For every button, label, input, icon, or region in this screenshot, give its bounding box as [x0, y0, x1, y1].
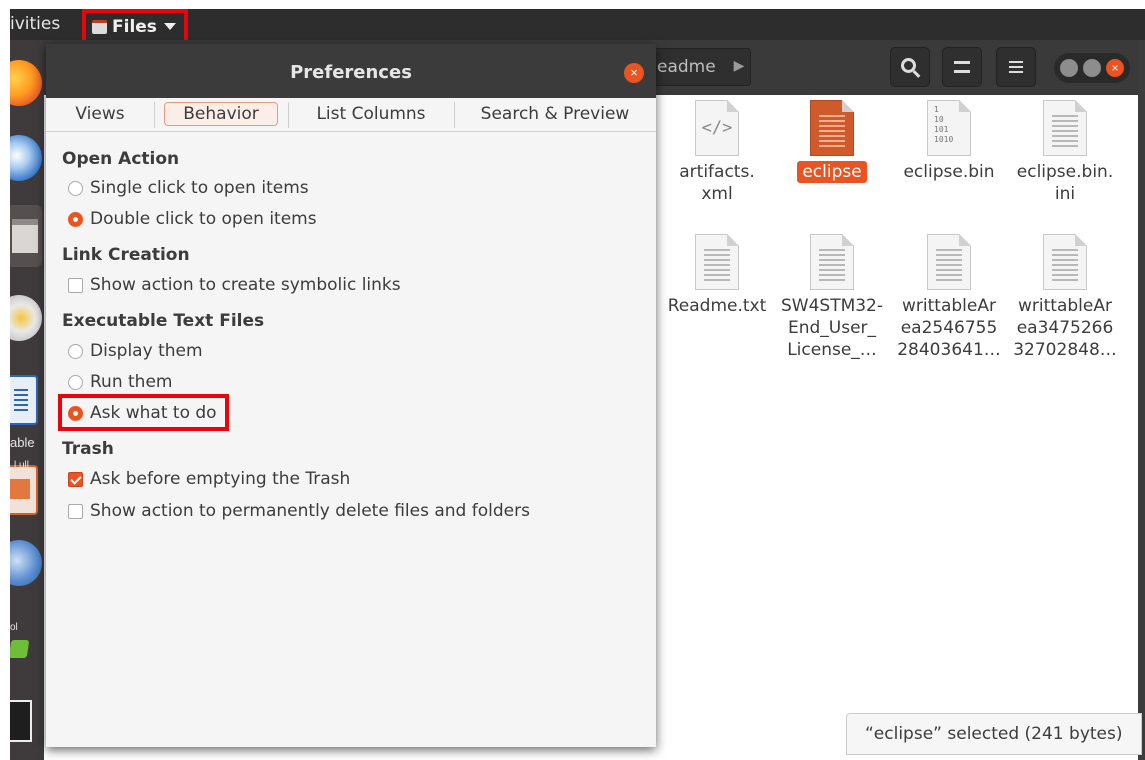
shopping-icon[interactable]: [10, 640, 30, 658]
thunderbird-icon[interactable]: [10, 135, 42, 181]
single-click-radio[interactable]: Single click to open items: [68, 178, 309, 198]
dock: able l ull ol: [10, 40, 44, 760]
dock-label: ol: [10, 622, 18, 633]
radio-checked-icon: [68, 211, 83, 227]
search-icon: [900, 57, 916, 73]
checkbox-checked-icon: [68, 471, 83, 487]
file-name: writtableAr ea2546755 28403641…: [897, 296, 1001, 360]
dialog-titlebar: Preferences ×: [46, 44, 656, 98]
tab-behavior[interactable]: Behavior: [154, 98, 288, 132]
file-name: writtableAr ea3475266 32702848…: [1013, 296, 1117, 360]
rhythmbox-icon[interactable]: [10, 295, 42, 341]
text-file-icon: [810, 234, 854, 290]
ask-before-emptying-checkbox[interactable]: Ask before emptying the Trash: [68, 469, 350, 489]
option-label: Run them: [90, 372, 173, 392]
section-heading-executable-text-files: Executable Text Files: [62, 311, 265, 331]
dock-label: able: [10, 435, 35, 450]
close-icon[interactable]: ×: [1106, 59, 1124, 77]
xml-file-icon: </>: [695, 100, 739, 156]
maximize-icon[interactable]: [1083, 59, 1101, 77]
files-app-menu[interactable]: Files: [82, 9, 188, 44]
file-name: artifacts. xml: [679, 162, 755, 204]
behavior-settings: Open Action Single click to open items D…: [46, 132, 656, 747]
file-item[interactable]: SW4STM32- End_User_ License_…: [777, 234, 887, 361]
impress-icon[interactable]: [10, 465, 38, 515]
double-click-radio[interactable]: Double click to open items: [68, 209, 317, 229]
chevron-down-icon: [163, 23, 176, 30]
file-name: eclipse: [777, 161, 887, 183]
radio-icon: [68, 374, 83, 390]
option-label: Show action to permanently delete files …: [90, 501, 530, 521]
option-label: Double click to open items: [90, 209, 317, 229]
text-file-icon: [695, 234, 739, 290]
tab-behavior-label: Behavior: [164, 102, 278, 126]
close-icon[interactable]: ×: [624, 63, 644, 83]
files-icon: [92, 19, 107, 34]
option-label: Show action to create symbolic links: [90, 275, 401, 295]
preferences-dialog: Preferences × Views Behavior List Column…: [46, 44, 656, 747]
list-view-icon: [954, 61, 970, 73]
option-label: Ask before emptying the Trash: [90, 469, 351, 489]
text-file-icon: [1043, 234, 1087, 290]
tab-bar: Views Behavior List Columns Search & Pre…: [46, 98, 656, 132]
tab-views[interactable]: Views: [46, 98, 154, 132]
writer-icon[interactable]: [10, 375, 38, 425]
radio-icon: [68, 343, 83, 359]
file-name: Readme.txt: [667, 296, 767, 316]
hamburger-icon: [1009, 61, 1023, 73]
option-label: Single click to open items: [90, 178, 309, 198]
files-dock-icon[interactable]: [10, 205, 42, 267]
tab-search-preview[interactable]: Search & Preview: [454, 98, 656, 132]
file-item[interactable]: 1 10 101 1010 eclipse.bin: [894, 100, 1004, 183]
display-them-radio[interactable]: Display them: [68, 341, 203, 361]
menu-button[interactable]: [996, 47, 1036, 87]
section-heading-trash: Trash: [62, 439, 114, 459]
option-label: Display them: [90, 341, 203, 361]
window-border: [1138, 40, 1145, 760]
top-bar: ivities Files: [10, 9, 1145, 44]
dialog-title: Preferences: [290, 62, 412, 83]
text-file-icon: [927, 234, 971, 290]
tab-list-columns[interactable]: List Columns: [288, 98, 454, 132]
section-heading-link-creation: Link Creation: [62, 245, 190, 265]
symbolic-links-checkbox[interactable]: Show action to create symbolic links: [68, 275, 401, 295]
highlight-box: [58, 394, 229, 431]
search-button[interactable]: [890, 47, 930, 87]
files-menu-label: Files: [112, 16, 157, 37]
run-them-radio[interactable]: Run them: [68, 372, 172, 392]
file-item[interactable]: </> artifacts. xml: [662, 100, 772, 205]
view-toggle-button[interactable]: [942, 47, 982, 87]
executable-file-icon: [810, 100, 854, 156]
checkbox-icon: [68, 277, 83, 293]
file-name: eclipse.bin. ini: [1016, 162, 1114, 204]
file-name: SW4STM32- End_User_ License_…: [780, 296, 884, 360]
file-item[interactable]: writtableAr ea3475266 32702848…: [1010, 234, 1120, 361]
file-item[interactable]: Readme.txt: [662, 234, 772, 317]
status-bar: “eclipse” selected (241 bytes): [846, 713, 1142, 755]
text-file-icon: [1043, 100, 1087, 156]
help-icon[interactable]: [10, 540, 42, 586]
permanent-delete-checkbox[interactable]: Show action to permanently delete files …: [68, 501, 530, 521]
path-next-icon[interactable]: ▶: [726, 48, 752, 86]
binary-file-icon: 1 10 101 1010: [927, 100, 971, 156]
dock-label: l ull: [14, 460, 30, 471]
file-item[interactable]: eclipse: [777, 100, 887, 183]
file-name: eclipse.bin: [903, 162, 995, 182]
firefox-icon[interactable]: [10, 60, 42, 106]
file-item[interactable]: writtableAr ea2546755 28403641…: [894, 234, 1004, 361]
file-item[interactable]: eclipse.bin. ini: [1010, 100, 1120, 205]
activities-button[interactable]: ivities: [10, 14, 60, 34]
checkbox-icon: [68, 503, 83, 519]
window-controls: ×: [1054, 53, 1130, 83]
show-applications-icon[interactable]: [10, 700, 32, 742]
section-heading-open-action: Open Action: [62, 149, 180, 169]
minimize-icon[interactable]: [1060, 59, 1078, 77]
radio-icon: [68, 180, 83, 196]
